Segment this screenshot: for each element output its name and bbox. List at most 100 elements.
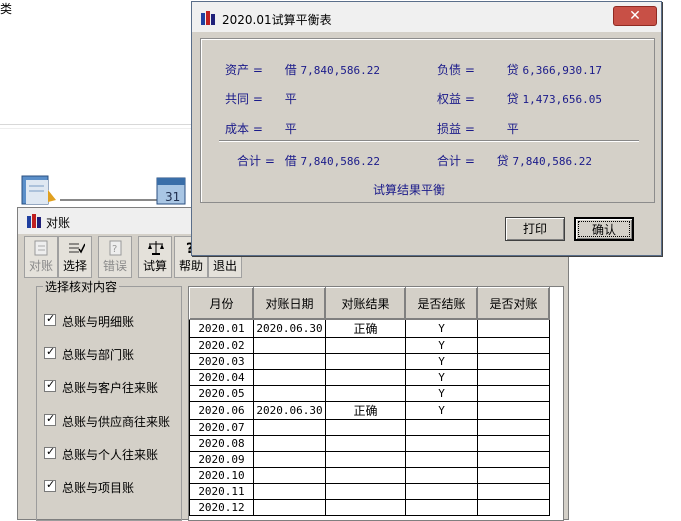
checkbox[interactable] (44, 378, 56, 392)
cell-reconcile-date[interactable] (253, 435, 326, 452)
cell-month[interactable]: 2020.06 (189, 401, 254, 420)
reconcile-button[interactable]: 对账 (24, 236, 58, 278)
cell-reconcile-result[interactable] (325, 369, 406, 386)
books-app-icon (201, 11, 215, 25)
confirm-button[interactable]: 确认 (574, 217, 634, 241)
cell-closed[interactable]: Y (405, 337, 478, 354)
cell-reconcile-result[interactable] (325, 467, 406, 484)
cell-month[interactable]: 2020.10 (189, 467, 254, 484)
cell-reconcile-date[interactable] (253, 419, 326, 436)
cell-reconcile-date[interactable] (253, 337, 326, 354)
cell-reconcile-result[interactable] (325, 435, 406, 452)
cell-closed[interactable] (405, 419, 478, 436)
cell-reconcile-date[interactable]: 2020.06.30 (253, 401, 326, 420)
col-date-header[interactable]: 对账日期 (253, 287, 326, 320)
table-row[interactable]: 2020.03 Y (189, 353, 550, 370)
cell-month[interactable]: 2020.11 (189, 483, 254, 500)
cell-month[interactable]: 2020.12 (189, 499, 254, 516)
dialog-title-bar[interactable]: 2020.01试算平衡表 ✕ (192, 2, 661, 32)
checkbox[interactable] (44, 412, 56, 426)
cell-closed[interactable]: Y (405, 319, 478, 338)
cell-reconciled[interactable] (477, 435, 550, 452)
table-row[interactable]: 2020.01 2020.06.30 正确 Y (189, 319, 550, 338)
print-button[interactable]: 打印 (505, 217, 565, 241)
table-row[interactable]: 2020.05 Y (189, 385, 550, 402)
cell-reconcile-date[interactable] (253, 353, 326, 370)
cell-month[interactable]: 2020.08 (189, 435, 254, 452)
cell-reconciled[interactable] (477, 369, 550, 386)
cell-reconciled[interactable] (477, 499, 550, 516)
cell-month[interactable]: 2020.04 (189, 369, 254, 386)
common-label: 共同 = (225, 92, 263, 106)
cell-reconciled[interactable] (477, 337, 550, 354)
cell-month[interactable]: 2020.07 (189, 419, 254, 436)
cell-reconciled[interactable] (477, 319, 550, 338)
select-icon (69, 243, 85, 254)
table-row[interactable]: 2020.08 (189, 435, 550, 452)
table-row[interactable]: 2020.06 2020.06.30 正确 Y (189, 401, 550, 420)
cell-reconcile-date[interactable]: 2020.06.30 (253, 319, 326, 338)
cell-closed[interactable]: Y (405, 385, 478, 402)
cell-closed[interactable] (405, 467, 478, 484)
table-row[interactable]: 2020.11 (189, 483, 550, 500)
checkbox[interactable] (44, 478, 56, 492)
trial-balance-button[interactable]: 试算 (138, 236, 172, 278)
checkbox[interactable] (44, 345, 56, 359)
ledger-book-icon[interactable] (18, 172, 58, 208)
cell-reconcile-result[interactable] (325, 499, 406, 516)
cell-closed[interactable]: Y (405, 369, 478, 386)
table-row[interactable]: 2020.07 (189, 419, 550, 436)
cell-reconcile-result[interactable]: 正确 (325, 319, 406, 338)
cell-reconcile-result[interactable] (325, 337, 406, 354)
cell-reconcile-result[interactable]: 正确 (325, 401, 406, 420)
cell-closed[interactable] (405, 483, 478, 500)
checkbox[interactable] (44, 312, 56, 326)
pnl-direction: 平 (506, 122, 519, 136)
col-month-header[interactable]: 月份 (189, 287, 254, 320)
checkbox[interactable] (44, 445, 56, 459)
cell-month[interactable]: 2020.01 (189, 319, 254, 338)
reconcile-options-group: 选择核对内容 总账与明细账 总账与部门账 总账与客户往来账 总账与供应商往来账 … (36, 278, 182, 521)
cell-reconcile-date[interactable] (253, 483, 326, 500)
cell-reconcile-date[interactable] (253, 467, 326, 484)
calendar-icon[interactable]: 31 (153, 172, 193, 208)
cell-reconciled[interactable] (477, 483, 550, 500)
cell-closed[interactable] (405, 435, 478, 452)
col-reconciled-header[interactable]: 是否对账 (477, 287, 550, 320)
select-button[interactable]: 选择 (58, 236, 92, 278)
cell-closed[interactable] (405, 499, 478, 516)
cell-reconciled[interactable] (477, 401, 550, 420)
cell-month[interactable]: 2020.05 (189, 385, 254, 402)
error-button[interactable]: ? 错误 (98, 236, 132, 278)
total-debit-amount: 7,840,586.22 (300, 155, 381, 168)
col-result-header[interactable]: 对账结果 (325, 287, 406, 320)
cell-reconcile-result[interactable] (325, 353, 406, 370)
cell-reconciled[interactable] (477, 353, 550, 370)
cell-reconcile-date[interactable] (253, 369, 326, 386)
table-row[interactable]: 2020.02 Y (189, 337, 550, 354)
cell-month[interactable]: 2020.02 (189, 337, 254, 354)
cell-closed[interactable]: Y (405, 401, 478, 420)
cell-reconcile-date[interactable] (253, 451, 326, 468)
cell-reconcile-result[interactable] (325, 451, 406, 468)
cell-month[interactable]: 2020.09 (189, 451, 254, 468)
cell-closed[interactable] (405, 451, 478, 468)
cell-reconciled[interactable] (477, 419, 550, 436)
cell-month[interactable]: 2020.03 (189, 353, 254, 370)
cell-reconcile-date[interactable] (253, 385, 326, 402)
cell-reconcile-date[interactable] (253, 499, 326, 516)
cell-reconcile-result[interactable] (325, 483, 406, 500)
cell-reconciled[interactable] (477, 451, 550, 468)
table-row[interactable]: 2020.10 (189, 467, 550, 484)
cell-reconcile-result[interactable] (325, 385, 406, 402)
table-row[interactable]: 2020.09 (189, 451, 550, 468)
reconcile-grid[interactable]: 月份 对账日期 对账结果 是否结账 是否对账 2020.01 2020.06.30… (188, 286, 564, 521)
table-row[interactable]: 2020.12 (189, 499, 550, 516)
table-row[interactable]: 2020.04 Y (189, 369, 550, 386)
cell-reconciled[interactable] (477, 385, 550, 402)
close-button[interactable]: ✕ (613, 6, 657, 26)
cell-closed[interactable]: Y (405, 353, 478, 370)
cell-reconcile-result[interactable] (325, 419, 406, 436)
col-closed-header[interactable]: 是否结账 (405, 287, 478, 320)
cell-reconciled[interactable] (477, 467, 550, 484)
